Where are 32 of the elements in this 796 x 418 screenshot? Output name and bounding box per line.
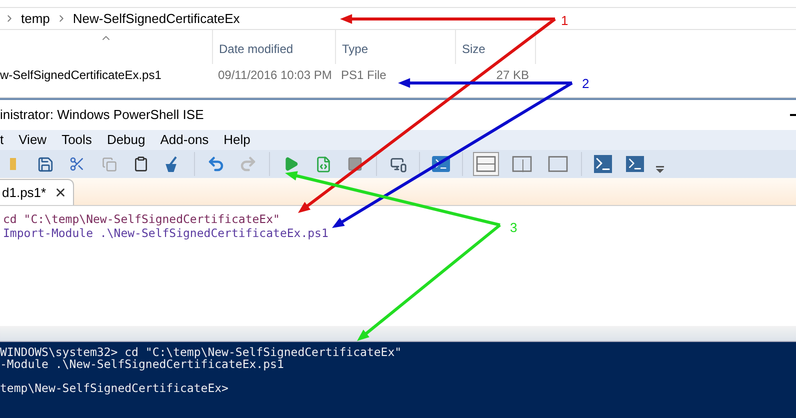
console-line: temp\New-SelfSignedCertificateEx> bbox=[0, 382, 228, 394]
console-pane[interactable]: WINDOWS\system32> cd "C:\temp\New-SelfSignedCertificateEx" -Module .\New-SelfSignedCertificateEx.ps1 temp\New-SelfSignedCertificateEx> bbox=[0, 342, 796, 418]
breadcrumb-item[interactable]: New-SelfSignedCertificateEx bbox=[72, 8, 240, 28]
menu-item[interactable]: Add-ons bbox=[160, 130, 209, 150]
script-tab[interactable]: d1.ps1* bbox=[0, 179, 74, 205]
menu-item[interactable]: Help bbox=[224, 130, 250, 150]
menu-item[interactable]: Tools bbox=[62, 130, 92, 150]
code-line: Import-Module .\New-SelfSignedCertificateEx.ps1 bbox=[3, 226, 328, 240]
console-line: -Module .\New-SelfSignedCertificateEx.ps1 bbox=[0, 358, 284, 370]
window-title: inistrator: Windows PowerShell ISE bbox=[0, 106, 204, 124]
file-date: 09/11/2016 10:03 PM bbox=[217, 67, 333, 84]
column-header[interactable]: Size bbox=[455, 30, 535, 64]
console-pane-icon[interactable] bbox=[624, 153, 646, 175]
overflow-icon[interactable] bbox=[656, 166, 664, 172]
code-line: cd "C:\temp\New-SelfSignedCertificateEx" bbox=[3, 212, 280, 226]
file-type: PS1 File bbox=[340, 67, 388, 84]
annotation-number: 3 bbox=[510, 219, 518, 237]
breadcrumb-item[interactable]: temp bbox=[21, 8, 50, 28]
file-size: 27 KB bbox=[495, 67, 529, 84]
console-line: WINDOWS\system32> cd "C:\temp\New-SelfSignedCertificateEx" bbox=[0, 346, 402, 358]
menu-item[interactable]: View bbox=[18, 130, 47, 150]
menu-item[interactable]: t bbox=[0, 130, 4, 150]
column-header[interactable]: Type bbox=[335, 30, 455, 64]
column-header[interactable]: Date modified bbox=[212, 30, 335, 64]
tab-label: d1.ps1* bbox=[2, 184, 46, 202]
annotation-number: 2 bbox=[582, 75, 590, 93]
close-icon[interactable] bbox=[54, 186, 68, 199]
script-pane-icon[interactable] bbox=[592, 153, 614, 175]
file-name: w-SelfSignedCertificateEx.ps1 bbox=[0, 67, 162, 84]
annotation-number: 1 bbox=[561, 12, 568, 30]
pane-layout-button[interactable] bbox=[473, 152, 499, 176]
menu-item[interactable]: Debug bbox=[106, 130, 146, 150]
